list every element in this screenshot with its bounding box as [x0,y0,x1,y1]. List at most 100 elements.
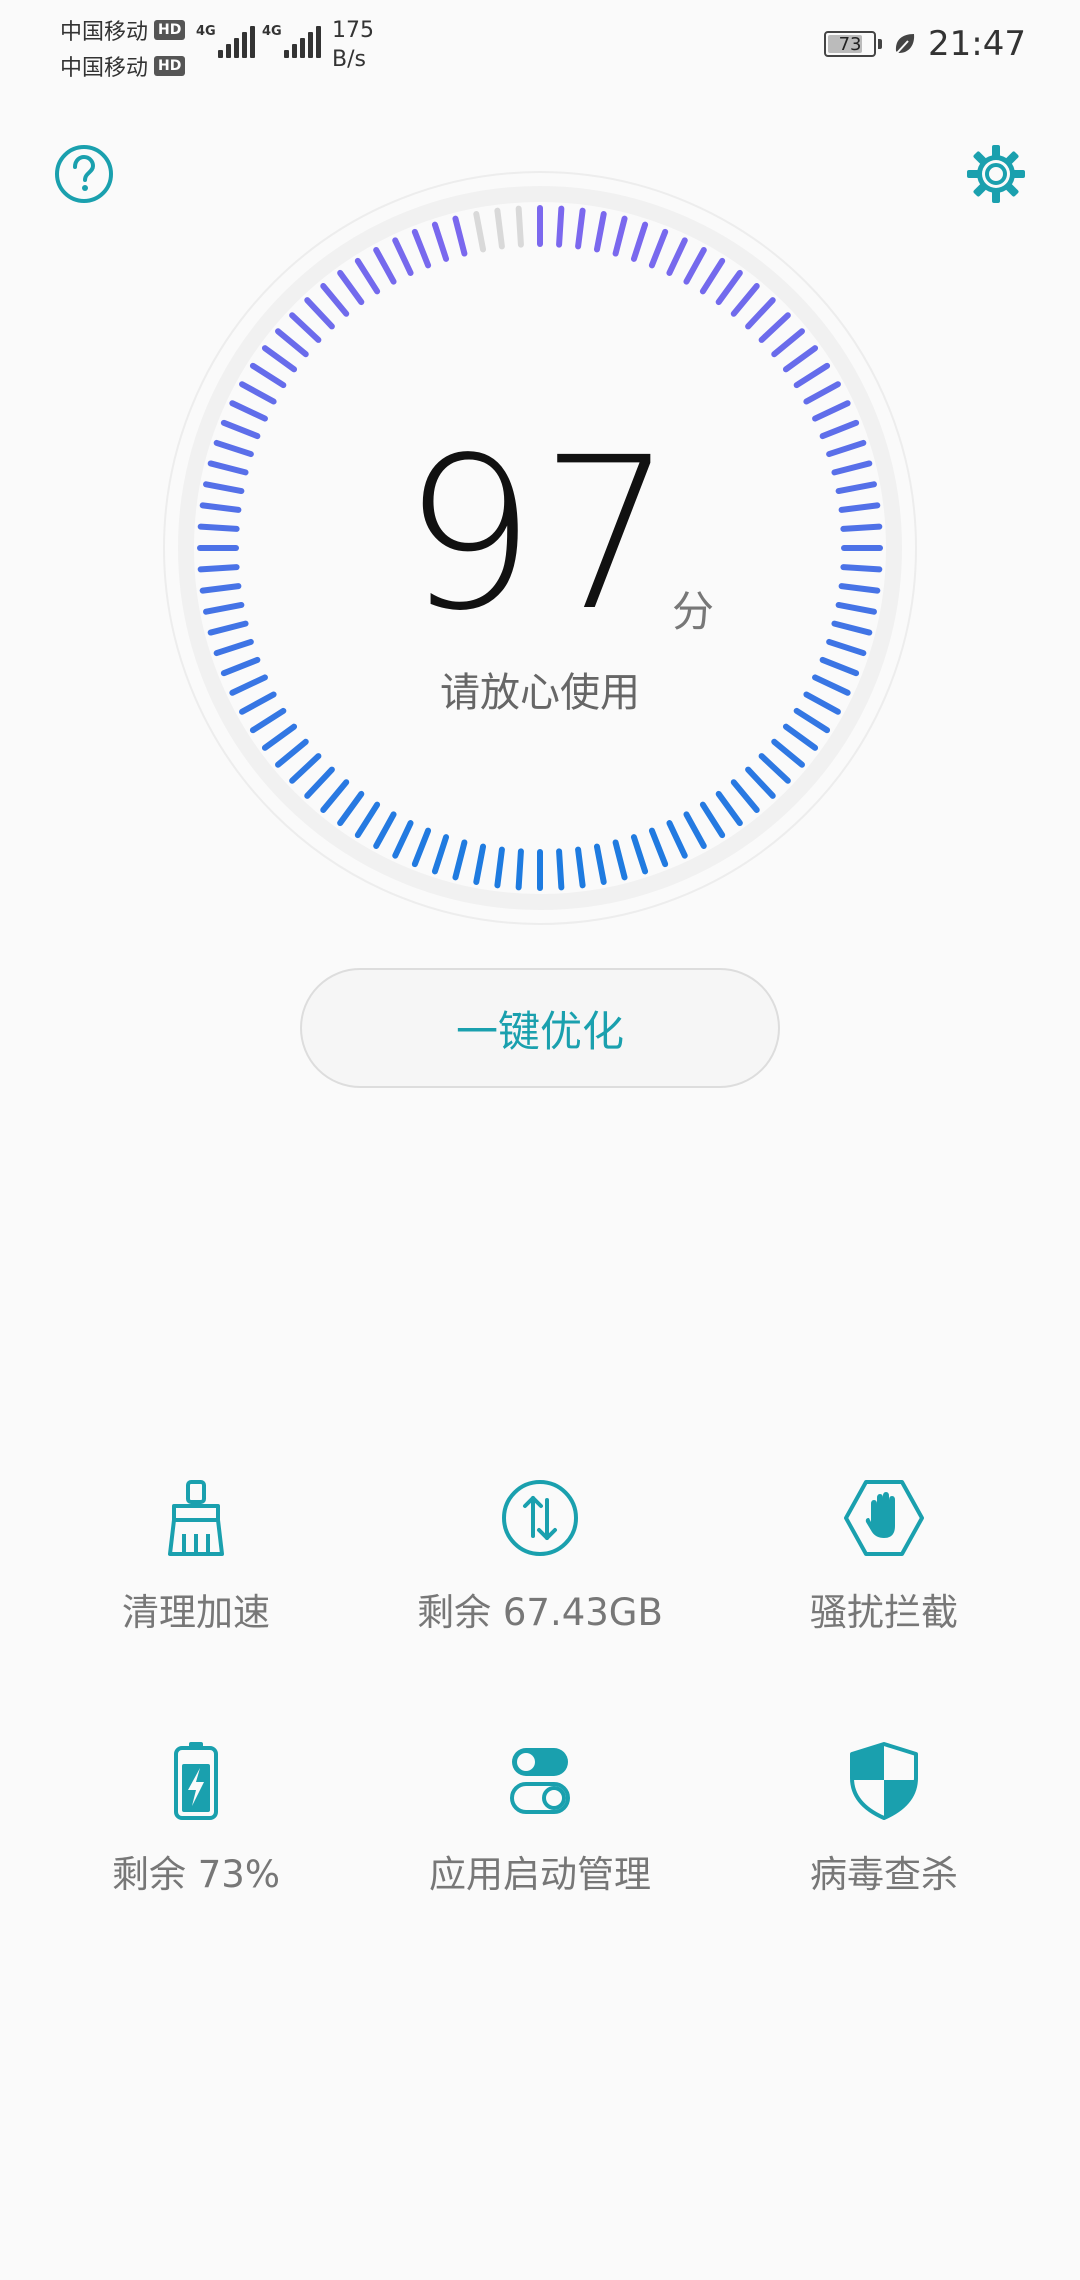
gauge-tick [715,790,743,827]
gauge-tick [630,834,649,875]
gauge-tick [261,723,298,751]
help-circle-icon [55,145,113,203]
gauge-tick [213,638,254,657]
gauge-tick [730,283,760,317]
gauge-tick [431,221,450,262]
carrier-1: 中国移动 HD [60,14,186,46]
gauge-tick [699,257,726,295]
tool-battery-label: 剩余 73% [112,1853,280,1896]
tool-cleanup[interactable]: 清理加速 [26,1476,366,1676]
leaf-icon [895,34,915,54]
gauge-tick [715,269,743,306]
gear-icon [967,145,1025,203]
gauge-tick [411,228,432,269]
gauge-tick [771,738,805,768]
gauge-tick [683,811,707,849]
gauge-tick [666,237,688,276]
gauge-tick [275,738,309,768]
gauge-tick [239,381,277,405]
gauge-tick [575,207,586,250]
gauge-tick [289,753,322,784]
gauge-tick [392,237,414,276]
hand-stop-icon [844,1480,924,1556]
gauge-tick [745,766,776,799]
battery-cap [878,39,883,49]
signal-1-icon: 4G [196,22,255,58]
gauge-tick [593,211,607,253]
clock: 21:47 [928,24,1026,64]
gauge-tick [473,843,487,885]
optimize-button[interactable]: 一键优化 [300,968,780,1088]
gauge-tick [575,846,586,889]
gauge-tick [320,283,350,317]
gauge-tick [612,215,628,257]
gauge-tick [261,345,298,373]
gauge-tick [730,779,760,813]
phone-manager-screen: 中国移动 HD 中国移动 HD 4G 4G 175 B/s 73 21:47 9… [0,0,1080,2280]
gauge-tick [515,205,524,248]
gauge-tick [782,723,819,751]
gauge-tick [473,211,487,253]
gauge-tick [354,801,381,839]
gauge-tick [556,205,565,248]
gauge-tick [289,312,322,343]
carrier-1-name: 中国移动 [60,20,149,45]
status-right: 73 21:47 [824,24,1026,64]
gauge-tick [593,843,607,885]
gauge-tick [373,811,397,849]
gauge-tick [494,207,505,250]
network-speed-unit: B/s [332,47,366,72]
score-value: 97 [402,412,678,657]
help-button[interactable] [52,142,116,206]
battery-level: 73 [838,33,862,55]
network-speed-value: 175 [332,18,374,43]
gauge-tick [758,753,791,784]
gauge-tick [275,328,309,358]
hd-badge-1: HD [154,20,186,40]
gauge-tick [304,766,335,799]
gauge-tick [666,820,688,859]
gauge-tick [320,779,350,813]
battery-charging-icon [174,1742,218,1820]
gauge-tick [556,848,565,891]
gauge-tick [515,848,524,891]
settings-button[interactable] [964,142,1028,206]
tool-storage[interactable]: 剩余 67.43GB [370,1476,710,1676]
gauge-tick [683,247,707,285]
tool-storage-label: 剩余 67.43GB [417,1591,663,1634]
gauge-tick [304,297,335,330]
broom-icon [168,1480,224,1556]
carrier-2-name: 中国移动 [60,56,149,81]
tool-harassment-block-label: 骚扰拦截 [810,1591,958,1634]
tool-battery[interactable]: 剩余 73% [26,1738,366,1938]
hd-badge-2: HD [154,56,186,76]
tool-app-launch-label: 应用启动管理 [429,1853,651,1896]
tool-cleanup-label: 清理加速 [122,1591,270,1634]
carrier-2: 中国移动 HD [60,50,186,82]
gauge-tick [431,834,450,875]
gauge-tick [803,381,841,405]
tool-virus-scan[interactable]: 病毒查杀 [714,1738,1054,1938]
status-bar: 中国移动 HD 中国移动 HD 4G 4G 175 B/s 73 21:47 [0,0,1080,96]
tool-app-launch[interactable]: 应用启动管理 [370,1738,710,1938]
tool-virus-scan-label: 病毒查杀 [810,1853,958,1896]
gauge-tick [771,328,805,358]
data-transfer-icon [502,1480,578,1556]
gauge-tick [494,846,505,889]
gauge-tick [411,827,432,868]
gauge-tick [337,790,365,827]
shield-icon [850,1742,918,1820]
gauge-tick [782,345,819,373]
network-speed: 175 B/s [332,16,374,74]
score-caption: 请放心使用 [440,670,640,716]
battery-icon: 73 [824,31,877,57]
gauge-tick [812,400,851,422]
gauge-tick [648,228,669,269]
gauge-tick [229,400,268,422]
gauge-tick [337,269,365,306]
tool-harassment-block[interactable]: 骚扰拦截 [714,1476,1054,1676]
gauge-tick [354,257,381,295]
gauge-tick [452,215,468,257]
gauge-tick [758,312,791,343]
signal-2-icon: 4G [262,22,321,58]
